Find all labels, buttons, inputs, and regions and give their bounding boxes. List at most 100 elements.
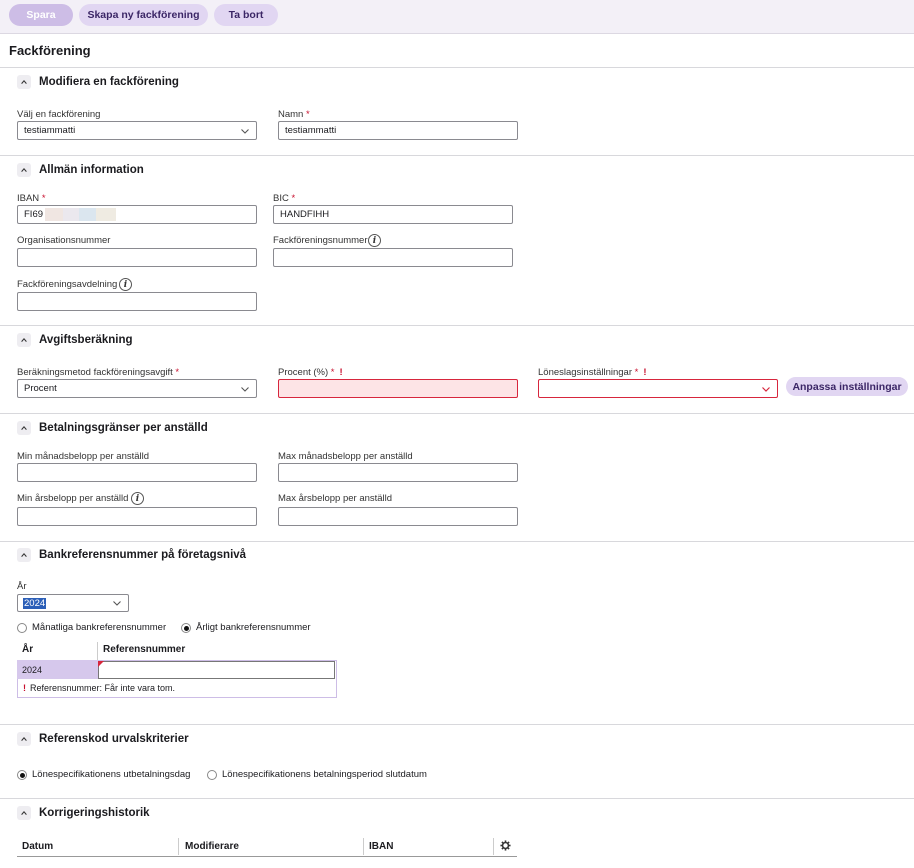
collapse-general-button[interactable] bbox=[17, 163, 31, 177]
union-division-label: Fackföreningsavdelning bbox=[17, 279, 118, 290]
chevron-down-icon bbox=[762, 387, 770, 392]
redacted-block bbox=[63, 208, 80, 221]
divider bbox=[0, 798, 914, 799]
create-union-button[interactable]: Skapa ny fackförening bbox=[79, 4, 208, 26]
info-icon[interactable]: i bbox=[131, 492, 144, 505]
col-header-ref[interactable]: Referensnummer bbox=[103, 644, 185, 655]
col-separator bbox=[97, 642, 98, 660]
year-select[interactable]: 2024 bbox=[17, 594, 129, 612]
collapse-bankref-button[interactable] bbox=[17, 548, 31, 562]
section-title-fee: Avgiftsberäkning bbox=[39, 334, 133, 346]
section-title-history: Korrigeringshistorik bbox=[39, 807, 150, 819]
collapse-modify-button[interactable] bbox=[17, 75, 31, 89]
divider bbox=[0, 541, 914, 542]
validation-message: ! Referensnummer: Får inte vara tom. bbox=[23, 683, 176, 693]
chevron-up-icon bbox=[21, 426, 27, 430]
chevron-up-icon bbox=[21, 553, 27, 557]
col-header-date[interactable]: Datum bbox=[22, 841, 53, 852]
divider bbox=[0, 67, 914, 68]
yearly-ref-label: Årligt bankreferensnummer bbox=[196, 622, 311, 633]
yearly-ref-radio[interactable] bbox=[181, 623, 191, 633]
iban-value: FI69 bbox=[24, 209, 44, 220]
monthly-ref-label: Månatliga bankreferensnummer bbox=[32, 622, 167, 633]
choose-union-label: Välj en fackförening bbox=[17, 109, 101, 120]
delete-button[interactable]: Ta bort bbox=[214, 4, 278, 26]
customize-settings-button[interactable]: Anpassa inställningar bbox=[786, 377, 908, 396]
max-month-label: Max månadsbelopp per anställd bbox=[278, 451, 413, 462]
redacted-block bbox=[45, 208, 64, 221]
org-number-input[interactable] bbox=[17, 248, 257, 267]
col-separator bbox=[363, 838, 364, 855]
union-number-label: Fackföreningsnummer bbox=[273, 235, 368, 246]
calc-method-label: Beräkningsmetod fackföreningsavgift * bbox=[17, 367, 180, 378]
chevron-up-icon bbox=[21, 80, 27, 84]
salary-settings-select[interactable] bbox=[538, 379, 778, 398]
bic-input[interactable]: HANDFIHH bbox=[273, 205, 513, 224]
collapse-fee-button[interactable] bbox=[17, 333, 31, 347]
section-title-limits: Betalningsgränser per anställd bbox=[39, 422, 208, 434]
min-year-input[interactable] bbox=[17, 507, 257, 526]
max-year-input[interactable] bbox=[278, 507, 518, 526]
chevron-up-icon bbox=[21, 338, 27, 342]
col-header-modifier[interactable]: Modifierare bbox=[185, 841, 239, 852]
union-number-input[interactable] bbox=[273, 248, 513, 267]
calc-method-select[interactable]: Procent bbox=[17, 379, 257, 398]
chevron-down-icon bbox=[241, 387, 249, 392]
choose-union-value: testiammatti bbox=[24, 125, 76, 136]
info-icon[interactable]: i bbox=[368, 234, 381, 247]
collapse-refcode-button[interactable] bbox=[17, 732, 31, 746]
period-end-radio[interactable] bbox=[207, 770, 217, 780]
iban-input[interactable]: FI69 bbox=[17, 205, 257, 224]
row-year-cell: 2024 bbox=[22, 665, 43, 675]
col-header-iban[interactable]: IBAN bbox=[369, 841, 393, 852]
page-title: Fackförening bbox=[9, 43, 91, 58]
min-year-label: Min årsbelopp per anställd bbox=[17, 493, 129, 504]
redacted-block bbox=[79, 208, 97, 221]
salary-settings-label: Löneslagsinställningar *! bbox=[538, 367, 647, 378]
calc-method-value: Procent bbox=[24, 383, 57, 394]
col-header-year: År bbox=[22, 644, 34, 655]
choose-union-select[interactable]: testiammatti bbox=[17, 121, 257, 140]
divider bbox=[0, 325, 914, 326]
divider bbox=[0, 724, 914, 725]
info-icon[interactable]: i bbox=[119, 278, 132, 291]
collapse-history-button[interactable] bbox=[17, 806, 31, 820]
monthly-ref-radio[interactable] bbox=[17, 623, 27, 633]
redacted-block bbox=[96, 208, 117, 221]
max-month-input[interactable] bbox=[278, 463, 518, 482]
divider bbox=[0, 413, 914, 414]
grid-header-underline bbox=[17, 856, 517, 857]
payout-day-radio[interactable] bbox=[17, 770, 27, 780]
org-number-label: Organisationsnummer bbox=[17, 235, 111, 246]
iban-label: IBAN * bbox=[17, 193, 46, 204]
col-separator bbox=[178, 838, 179, 855]
error-corner-icon bbox=[98, 661, 104, 667]
min-month-input[interactable] bbox=[17, 463, 257, 482]
section-title-general: Allmän information bbox=[39, 164, 144, 176]
divider bbox=[0, 155, 914, 156]
name-input[interactable]: testiammatti bbox=[278, 121, 518, 140]
year-value: 2024 bbox=[23, 597, 47, 609]
percent-input[interactable] bbox=[278, 379, 518, 398]
section-title-modify: Modifiera en fackförening bbox=[39, 76, 179, 88]
save-button[interactable]: Spara bbox=[9, 4, 73, 26]
payout-day-label: Lönespecifikationens utbetalningsdag bbox=[32, 769, 191, 780]
max-year-label: Max årsbelopp per anställd bbox=[278, 493, 393, 504]
chevron-up-icon bbox=[21, 737, 27, 741]
name-value: testiammatti bbox=[285, 125, 337, 136]
col-separator bbox=[493, 838, 494, 855]
period-end-label: Lönespecifikationens betalningsperiod sl… bbox=[222, 769, 427, 780]
chevron-up-icon bbox=[21, 811, 27, 815]
name-label: Namn * bbox=[278, 109, 310, 120]
year-label: År bbox=[17, 581, 27, 592]
table-row[interactable]: 2024 bbox=[17, 660, 98, 679]
gear-icon[interactable] bbox=[500, 840, 511, 851]
reference-number-input[interactable] bbox=[98, 661, 335, 679]
collapse-limits-button[interactable] bbox=[17, 421, 31, 435]
error-icon: ! bbox=[23, 683, 26, 693]
bic-label: BIC * bbox=[273, 193, 296, 204]
chevron-down-icon bbox=[241, 129, 249, 134]
section-title-bankref: Bankreferensnummer på företagsnivå bbox=[39, 549, 247, 561]
union-division-input[interactable] bbox=[17, 292, 257, 311]
section-title-refcode: Referenskod urvalskriterier bbox=[39, 733, 189, 745]
